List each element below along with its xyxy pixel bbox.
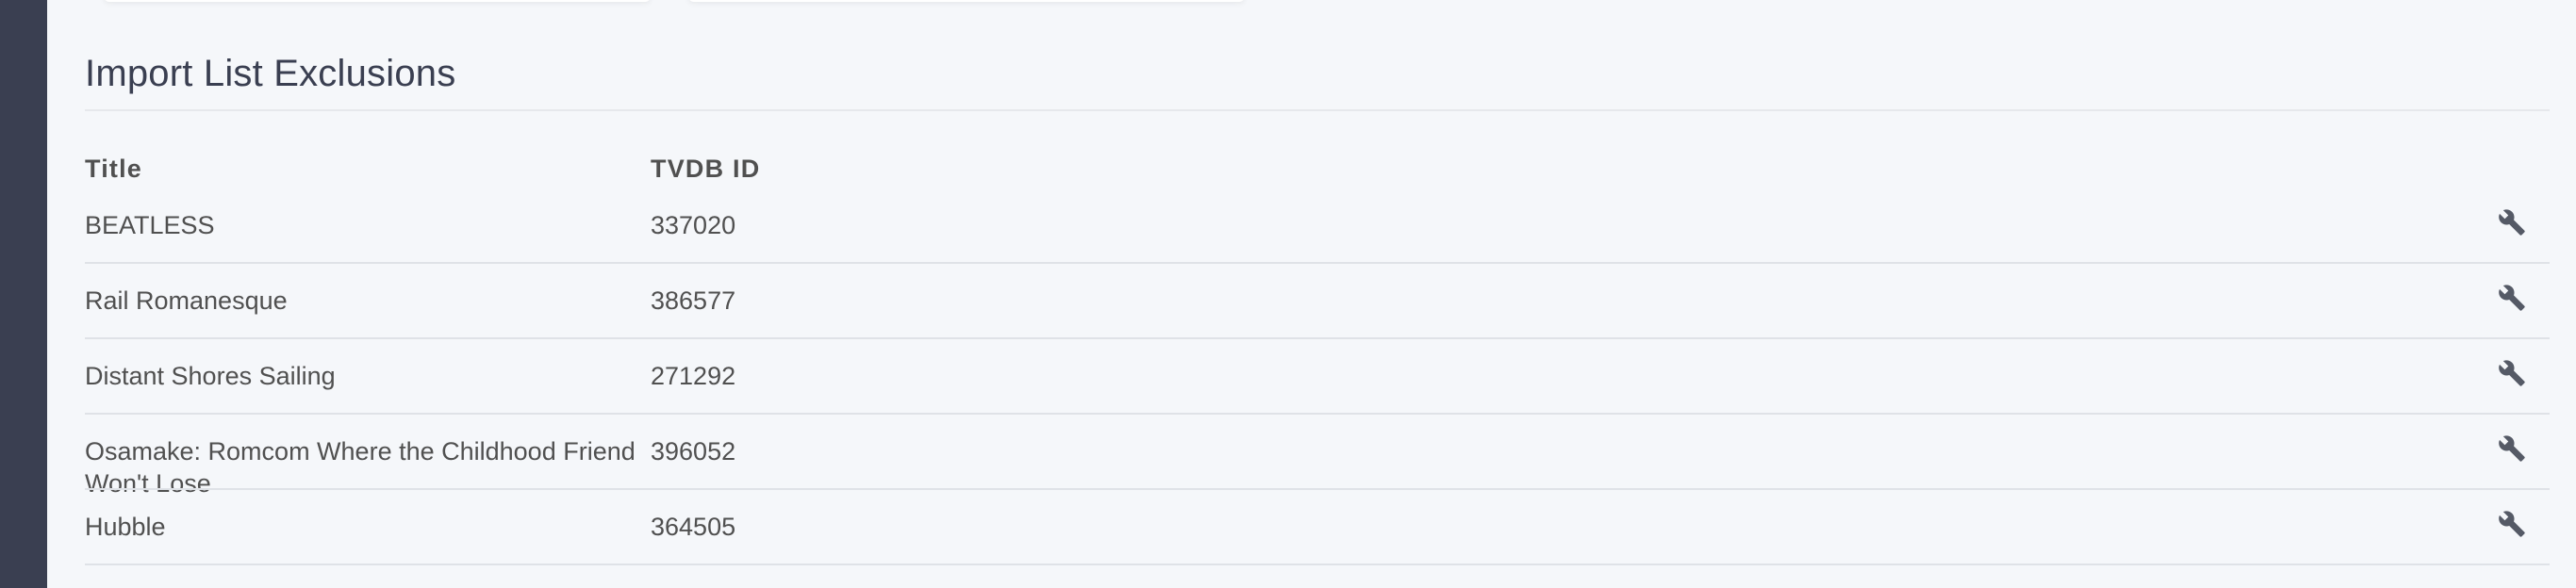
row-tvdb-id: 337020 xyxy=(651,211,736,239)
section-title: Import List Exclusions xyxy=(85,53,456,94)
main-content: Import List Exclusions Title TVDB ID BEA… xyxy=(85,0,2550,588)
row-title: Osamake: Romcom Where the Childhood Frie… xyxy=(85,437,636,466)
row-title: Distant Shores Sailing xyxy=(85,362,336,390)
row-tvdb-id: 386577 xyxy=(651,286,736,315)
column-header-tvdb-id: TVDB ID xyxy=(651,155,761,183)
wrench-icon[interactable] xyxy=(2495,507,2529,541)
row-tvdb-id: 271292 xyxy=(651,362,736,390)
table-row: Osamake: Romcom Where the Childhood Frie… xyxy=(85,415,2550,498)
table-row: BEATLESS 337020 xyxy=(85,188,2550,264)
wrench-icon[interactable] xyxy=(2495,205,2529,239)
wrench-icon[interactable] xyxy=(2495,281,2529,315)
wrench-icon[interactable] xyxy=(2495,432,2529,466)
row-title: Hubble xyxy=(85,513,166,541)
row-title: BEATLESS xyxy=(85,211,215,239)
column-header-title: Title xyxy=(85,155,143,183)
settings-card xyxy=(688,0,1245,2)
row-tvdb-id: 396052 xyxy=(651,437,736,466)
table-row: Distant Shores Sailing 271292 xyxy=(85,339,2550,415)
row-divider xyxy=(85,564,2550,565)
settings-card xyxy=(104,0,651,2)
table-row: Hubble 364505 xyxy=(85,490,2550,565)
wrench-icon[interactable] xyxy=(2495,356,2529,390)
row-tvdb-id: 364505 xyxy=(651,513,736,541)
table-row: Rail Romanesque 386577 xyxy=(85,264,2550,339)
sidebar xyxy=(0,0,47,588)
row-title: Rail Romanesque xyxy=(85,286,288,315)
section-divider xyxy=(85,109,2550,111)
